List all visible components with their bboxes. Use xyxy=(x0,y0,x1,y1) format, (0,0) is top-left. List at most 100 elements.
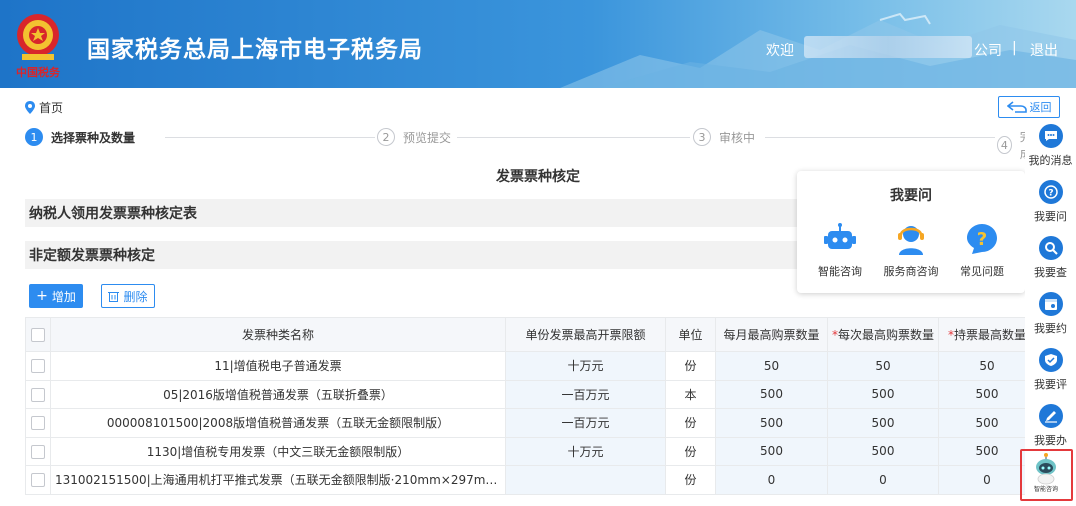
delete-button-label: 删除 xyxy=(123,289,148,304)
column-header-monthly: 每月最高购票数量 xyxy=(715,317,828,352)
table-row[interactable]: 05|2016版增值税普通发票（五联折叠票） 一百万元 本 500 500 50… xyxy=(25,379,1036,409)
message-icon xyxy=(1038,124,1063,148)
table-row[interactable]: 000008101500|2008版增值税普通发票（五联无金额限制版） 一百万元… xyxy=(25,408,1036,438)
step-number: 4 xyxy=(997,136,1012,154)
delete-button[interactable]: 删除 xyxy=(101,284,155,308)
column-header-name: 发票种类名称 xyxy=(50,317,506,352)
cell-monthly[interactable]: 50 xyxy=(715,351,828,381)
popup-item-label: 服务商咨询 xyxy=(883,265,939,278)
trash-icon xyxy=(108,292,120,302)
cell-monthly[interactable]: 500 xyxy=(715,379,828,409)
cell-limit[interactable]: 一百万元 xyxy=(505,379,666,409)
row-checkbox[interactable] xyxy=(31,359,45,373)
table-row[interactable]: 1130|增值税专用发票（中文三联无金额限制版） 十万元 份 500 500 5… xyxy=(25,436,1036,466)
cell-limit[interactable]: 一百万元 xyxy=(505,408,666,438)
cell-holding[interactable]: 500 xyxy=(938,408,1036,438)
cell-holding[interactable]: 50 xyxy=(938,351,1036,381)
robot-icon xyxy=(824,223,856,249)
row-checkbox-cell xyxy=(25,408,51,438)
cell-monthly[interactable]: 500 xyxy=(715,408,828,438)
cell-holding[interactable]: 500 xyxy=(938,379,1036,409)
row-checkbox[interactable] xyxy=(31,444,45,459)
cell-unit: 本 xyxy=(665,379,716,409)
cell-per-time[interactable]: 500 xyxy=(827,379,939,409)
sidebar-item-label: 我要问 xyxy=(1034,210,1067,223)
popup-item-service-consult[interactable]: 服务商咨询 xyxy=(878,221,944,279)
rate-icon xyxy=(1038,348,1063,372)
row-checkbox[interactable] xyxy=(31,416,45,430)
select-all-checkbox[interactable] xyxy=(31,327,45,342)
smart-robot-button[interactable] xyxy=(1020,449,1073,501)
sidebar-item-rate[interactable]: 我要评 xyxy=(1025,348,1076,392)
right-sidebar: 我的消息 ? 我要问 我要查 我要约 我要评 我要办 xyxy=(1025,118,1076,506)
cell-name: 1130|增值税专用发票（中文三联无金额限制版） xyxy=(50,436,506,466)
cell-name: 131002151500|上海通用机打平推式发票（五联无金额限制版·210mm×… xyxy=(50,465,506,495)
add-button[interactable]: + 增加 xyxy=(29,284,83,308)
popup-item-smart-consult[interactable]: 智能咨询 xyxy=(807,221,873,279)
cell-per-time[interactable]: 50 xyxy=(827,351,939,381)
search-icon xyxy=(1038,236,1063,260)
logout-link[interactable]: 退出 xyxy=(1030,40,1058,60)
row-checkbox[interactable] xyxy=(31,473,45,487)
cell-name: 11|增值税电子普通发票 xyxy=(50,351,506,381)
emblem-text: 中国税务 xyxy=(16,66,60,79)
cell-limit[interactable] xyxy=(505,465,666,495)
step-label: 选择票种及数量 xyxy=(51,130,136,145)
step-connector xyxy=(765,137,995,138)
cell-limit[interactable]: 十万元 xyxy=(505,351,666,381)
sidebar-item-label: 我要办 xyxy=(1034,434,1067,447)
breadcrumb-home-link[interactable]: 首页 xyxy=(39,99,63,116)
popup-item-faq[interactable]: ? 常见问题 xyxy=(949,221,1015,279)
back-button[interactable]: 返回 xyxy=(998,96,1060,118)
site-title: 国家税务总局上海市电子税务局 xyxy=(87,37,423,63)
cell-unit: 份 xyxy=(665,408,716,438)
calendar-icon xyxy=(1038,292,1063,316)
cell-monthly[interactable]: 500 xyxy=(715,436,828,466)
sidebar-item-query[interactable]: 我要查 xyxy=(1025,236,1076,280)
redacted-company-name xyxy=(804,36,972,58)
svg-text:?: ? xyxy=(1048,189,1053,199)
step-connector xyxy=(455,137,690,138)
sidebar-item-messages[interactable]: 我的消息 xyxy=(1025,124,1076,168)
column-header-per-time-label: 每次最高购票数量 xyxy=(837,328,934,342)
table-row[interactable]: 11|增值税电子普通发票 十万元 份 50 50 50 xyxy=(25,351,1036,381)
plus-icon: + xyxy=(36,288,48,304)
step-label: 预览提交 xyxy=(403,130,452,145)
column-header-unit: 单位 xyxy=(665,317,716,352)
site-header: 中国税务 国家税务总局上海市电子税务局 欢迎 公司 | 退出 xyxy=(0,0,1076,88)
location-pin-icon xyxy=(25,101,35,114)
sidebar-item-handle[interactable]: 我要办 xyxy=(1025,404,1076,448)
sidebar-item-ask[interactable]: ? 我要问 xyxy=(1025,180,1076,224)
company-suffix: 公司 xyxy=(974,43,1002,59)
popup-title: 我要问 xyxy=(890,188,932,204)
step-connector xyxy=(165,137,375,138)
return-arrow-icon xyxy=(1006,101,1027,113)
cell-name: 05|2016版增值税普通发票（五联折叠票） xyxy=(50,379,506,409)
cell-unit: 份 xyxy=(665,436,716,466)
row-checkbox-cell xyxy=(25,351,51,381)
column-header-limit: 单份发票最高开票限额 xyxy=(505,317,666,352)
sidebar-item-appointment[interactable]: 我要约 xyxy=(1025,292,1076,336)
sidebar-item-label: 我要查 xyxy=(1034,266,1067,279)
row-checkbox[interactable] xyxy=(31,387,45,402)
row-checkbox-cell xyxy=(25,379,51,409)
table-row[interactable]: 131002151500|上海通用机打平推式发票（五联无金额限制版·210mm×… xyxy=(25,465,1036,495)
column-header-per-time: *每次最高购票数量 xyxy=(827,317,939,352)
breadcrumb: 首页 xyxy=(25,99,63,116)
cell-unit: 份 xyxy=(665,351,716,381)
add-button-label: 增加 xyxy=(51,289,76,304)
cell-per-time[interactable]: 500 xyxy=(827,408,939,438)
cell-unit: 份 xyxy=(665,465,716,495)
popup-item-label: 常见问题 xyxy=(960,265,1004,278)
cell-per-time[interactable]: 500 xyxy=(827,436,939,466)
column-header-holding-label: 持票最高数量 xyxy=(953,328,1026,342)
cell-limit[interactable]: 十万元 xyxy=(505,436,666,466)
progress-steps: 1 选择票种及数量 2 预览提交 3 审核中 4 完成 xyxy=(25,128,1045,162)
column-header-holding: *持票最高数量 xyxy=(938,317,1036,352)
edit-icon xyxy=(1038,404,1063,428)
cell-monthly[interactable]: 0 xyxy=(715,465,828,495)
cell-per-time[interactable]: 0 xyxy=(827,465,939,495)
step-label: 审核中 xyxy=(719,130,756,145)
tax-emblem-icon xyxy=(17,14,59,60)
faq-icon: ? xyxy=(967,224,997,254)
